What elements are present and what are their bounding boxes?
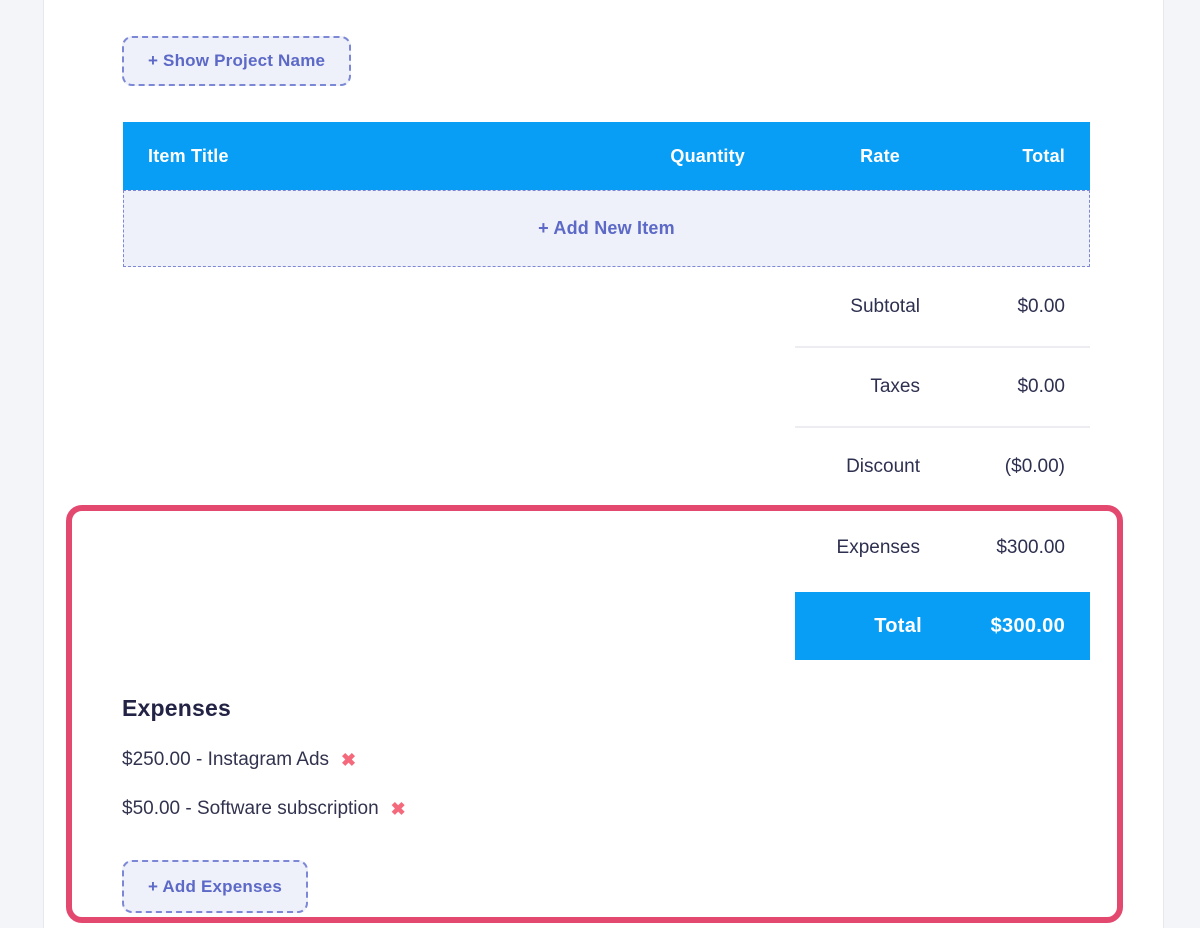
expense-list-item: $50.00 - Software subscription ✖: [122, 798, 406, 820]
summary-row-taxes: Taxes $0.00: [795, 348, 1090, 428]
invoice-editor-card: + Show Project Name Item Title Quantity …: [44, 0, 1163, 928]
subtotal-value: $0.00: [920, 296, 1065, 318]
expenses-section-heading: Expenses: [122, 695, 231, 722]
items-table-header: Item Title Quantity Rate Total: [123, 122, 1090, 190]
add-expenses-button[interactable]: + Add Expenses: [122, 860, 308, 913]
column-header-total: Total: [900, 146, 1065, 167]
left-page-gutter: [0, 0, 44, 928]
discount-value: ($0.00): [920, 456, 1065, 478]
total-label: Total: [795, 615, 922, 638]
summary-row-expenses: Expenses $300.00: [795, 508, 1090, 588]
expense-item-text: $50.00 - Software subscription: [122, 798, 379, 820]
remove-expense-icon[interactable]: ✖: [391, 800, 406, 818]
remove-expense-icon[interactable]: ✖: [341, 751, 356, 769]
subtotal-label: Subtotal: [795, 296, 920, 318]
summary-total-row: Total $300.00: [795, 592, 1090, 660]
expenses-label: Expenses: [795, 537, 920, 559]
expenses-value: $300.00: [920, 537, 1065, 559]
column-header-rate: Rate: [745, 146, 900, 167]
summary-row-subtotal: Subtotal $0.00: [795, 268, 1090, 348]
add-new-item-button[interactable]: + Add New Item: [123, 190, 1090, 267]
taxes-value: $0.00: [920, 376, 1065, 398]
show-project-name-button[interactable]: + Show Project Name: [122, 36, 351, 86]
total-value: $300.00: [922, 615, 1065, 638]
invoice-items-table: Item Title Quantity Rate Total + Add New…: [123, 122, 1090, 267]
expense-item-text: $250.00 - Instagram Ads: [122, 749, 329, 771]
column-header-item-title: Item Title: [148, 146, 590, 167]
summary-row-discount: Discount ($0.00): [795, 428, 1090, 508]
invoice-summary: Subtotal $0.00 Taxes $0.00 Discount ($0.…: [795, 268, 1090, 660]
column-header-quantity: Quantity: [590, 146, 745, 167]
discount-label: Discount: [795, 456, 920, 478]
taxes-label: Taxes: [795, 376, 920, 398]
right-page-gutter: [1163, 0, 1200, 928]
expense-list-item: $250.00 - Instagram Ads ✖: [122, 749, 356, 771]
